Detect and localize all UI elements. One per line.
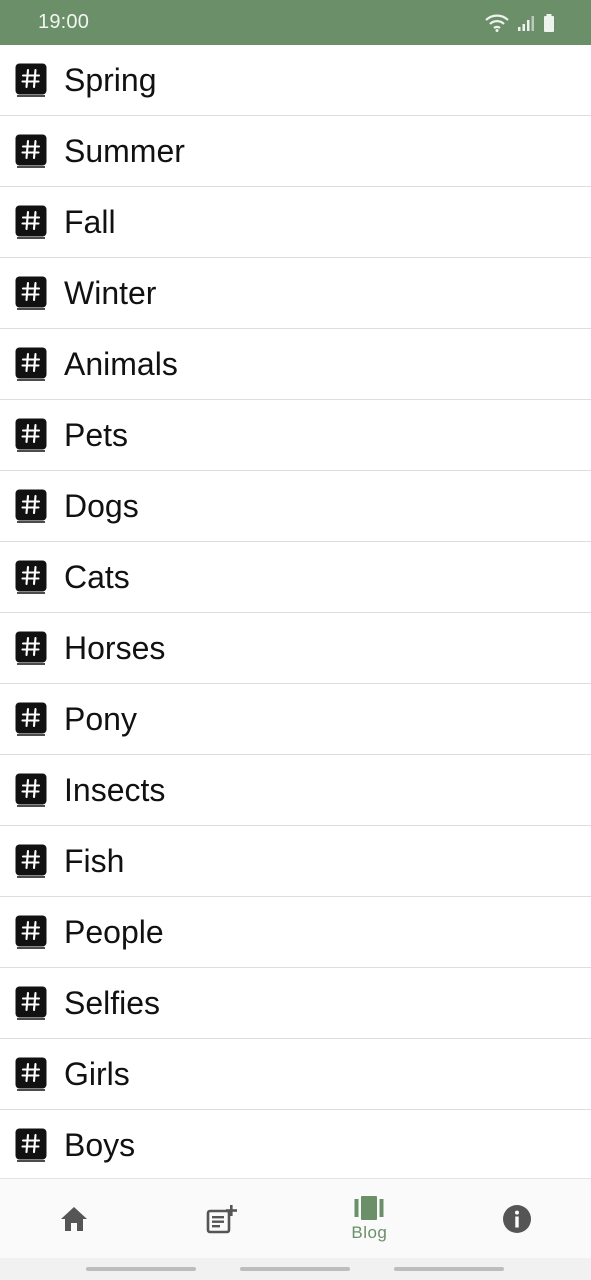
hashtag-icon [15, 205, 47, 239]
topic-list: Spring Summer Fall Winter Animals Pets D… [0, 45, 591, 1181]
topic-row-animals[interactable]: Animals [0, 329, 591, 400]
topic-label: Fall [64, 204, 116, 240]
info-icon [502, 1204, 532, 1234]
topic-label: Pony [64, 701, 137, 737]
topic-label: Girls [64, 1056, 130, 1092]
topic-label: Animals [64, 346, 178, 382]
hashtag-icon [15, 1057, 47, 1091]
home-icon [59, 1205, 89, 1233]
topic-row-winter[interactable]: Winter [0, 258, 591, 329]
topic-label: Cats [64, 559, 130, 595]
topic-row-cats[interactable]: Cats [0, 542, 591, 613]
topic-label: Horses [64, 630, 166, 666]
gesture-pill[interactable] [394, 1267, 504, 1271]
topic-row-pets[interactable]: Pets [0, 400, 591, 471]
topic-row-selfies[interactable]: Selfies [0, 968, 591, 1039]
topic-label: Insects [64, 772, 166, 808]
hashtag-icon [15, 489, 47, 523]
topic-row-pony[interactable]: Pony [0, 684, 591, 755]
topic-label: Fish [64, 843, 125, 879]
topic-label: Dogs [64, 488, 139, 524]
hashtag-icon [15, 986, 47, 1020]
nav-blog-label: Blog [351, 1222, 388, 1242]
hashtag-icon [15, 844, 47, 878]
topic-row-dogs[interactable]: Dogs [0, 471, 591, 542]
topic-label: Spring [64, 62, 157, 98]
topic-label: People [64, 914, 164, 950]
hashtag-icon [15, 702, 47, 736]
topic-row-horses[interactable]: Horses [0, 613, 591, 684]
topic-row-fish[interactable]: Fish [0, 826, 591, 897]
topic-row-fall[interactable]: Fall [0, 187, 591, 258]
hashtag-icon [15, 560, 47, 594]
add-post-icon [206, 1204, 238, 1234]
topic-label: Selfies [64, 985, 161, 1021]
topic-row-insects[interactable]: Insects [0, 755, 591, 826]
system-gesture-bar [0, 1258, 591, 1280]
topic-label: Winter [64, 275, 157, 311]
hashtag-icon [15, 631, 47, 665]
nav-info[interactable] [443, 1179, 591, 1259]
topic-row-boys[interactable]: Boys [0, 1110, 591, 1181]
status-bar: 19:00 [0, 0, 591, 45]
blog-icon [354, 1195, 384, 1220]
hashtag-icon [15, 134, 47, 168]
topic-label: Pets [64, 417, 129, 453]
topic-row-spring[interactable]: Spring [0, 45, 591, 116]
hashtag-icon [15, 418, 47, 452]
status-icons [485, 13, 555, 32]
bottom-navigation: Blog [0, 1178, 591, 1259]
hashtag-icon [15, 276, 47, 310]
status-time: 19:00 [38, 11, 90, 33]
hashtag-icon [15, 63, 47, 97]
gesture-pill[interactable] [86, 1267, 196, 1271]
nav-home[interactable] [0, 1179, 148, 1259]
hashtag-icon [15, 347, 47, 381]
topic-row-girls[interactable]: Girls [0, 1039, 591, 1110]
signal-icon [517, 14, 535, 32]
topic-label: Summer [64, 133, 185, 169]
nav-blog[interactable]: Blog [296, 1179, 444, 1259]
hashtag-icon [15, 1128, 47, 1162]
nav-add-post[interactable] [148, 1179, 296, 1259]
topic-label: Boys [64, 1127, 136, 1163]
topic-row-summer[interactable]: Summer [0, 116, 591, 187]
hashtag-icon [15, 915, 47, 949]
hashtag-icon [15, 773, 47, 807]
topic-row-people[interactable]: People [0, 897, 591, 968]
wifi-icon [485, 14, 509, 32]
gesture-pill[interactable] [240, 1267, 350, 1271]
battery-icon [543, 13, 555, 32]
